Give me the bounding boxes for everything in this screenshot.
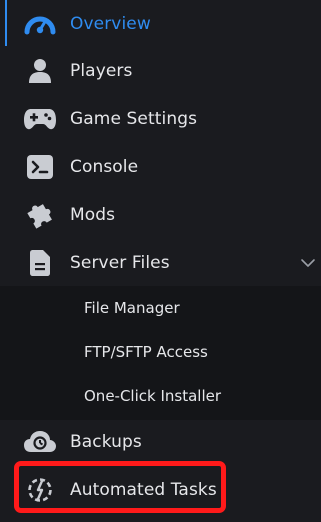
sidebar-item-overview[interactable]: Overview: [0, 0, 321, 48]
sidebar-item-label: Backups: [70, 432, 142, 452]
sidebar-item-label: Game Settings: [70, 109, 198, 129]
sidebar-item-players[interactable]: Players: [0, 47, 321, 95]
sidebar-item-mods[interactable]: Mods: [0, 191, 321, 239]
sidebar-item-label: Mods: [70, 205, 116, 225]
cloud-backup-icon: [23, 425, 57, 459]
sidebar-item-server-files[interactable]: Server Files: [0, 239, 321, 287]
sidebar-item-label: Console: [70, 157, 139, 177]
sidebar-item-backups[interactable]: Backups: [0, 418, 321, 466]
submenu-item-file-manager[interactable]: File Manager: [0, 286, 321, 330]
sidebar-item-automated-tasks[interactable]: Automated Tasks: [0, 466, 321, 514]
submenu-item-label: One-Click Installer: [84, 387, 222, 405]
sidebar-item-console[interactable]: Console: [0, 143, 321, 191]
automation-icon: [23, 473, 57, 507]
sidebar-item-label: Overview: [70, 14, 151, 34]
sidebar-item-label: Players: [70, 61, 133, 81]
file-icon: [23, 246, 57, 280]
submenu-item-label: File Manager: [84, 299, 180, 317]
submenu-item-label: FTP/SFTP Access: [84, 343, 208, 361]
gamepad-icon: [23, 102, 57, 136]
speedometer-icon: [23, 7, 57, 41]
chevron-down-icon[interactable]: [298, 253, 318, 273]
submenu-item-ftp-sftp-access[interactable]: FTP/SFTP Access: [0, 330, 321, 374]
sidebar-nav: Overview Players Game Settings Console M…: [0, 0, 321, 522]
submenu-item-one-click-installer[interactable]: One-Click Installer: [0, 374, 321, 418]
sidebar-item-game-settings[interactable]: Game Settings: [0, 95, 321, 143]
user-icon: [23, 54, 57, 88]
sidebar-item-label: Server Files: [70, 253, 170, 273]
sidebar-item-label: Automated Tasks: [70, 480, 217, 500]
terminal-icon: [23, 150, 57, 184]
server-files-submenu: File Manager FTP/SFTP Access One-Click I…: [0, 286, 321, 420]
puzzle-icon: [23, 198, 57, 232]
